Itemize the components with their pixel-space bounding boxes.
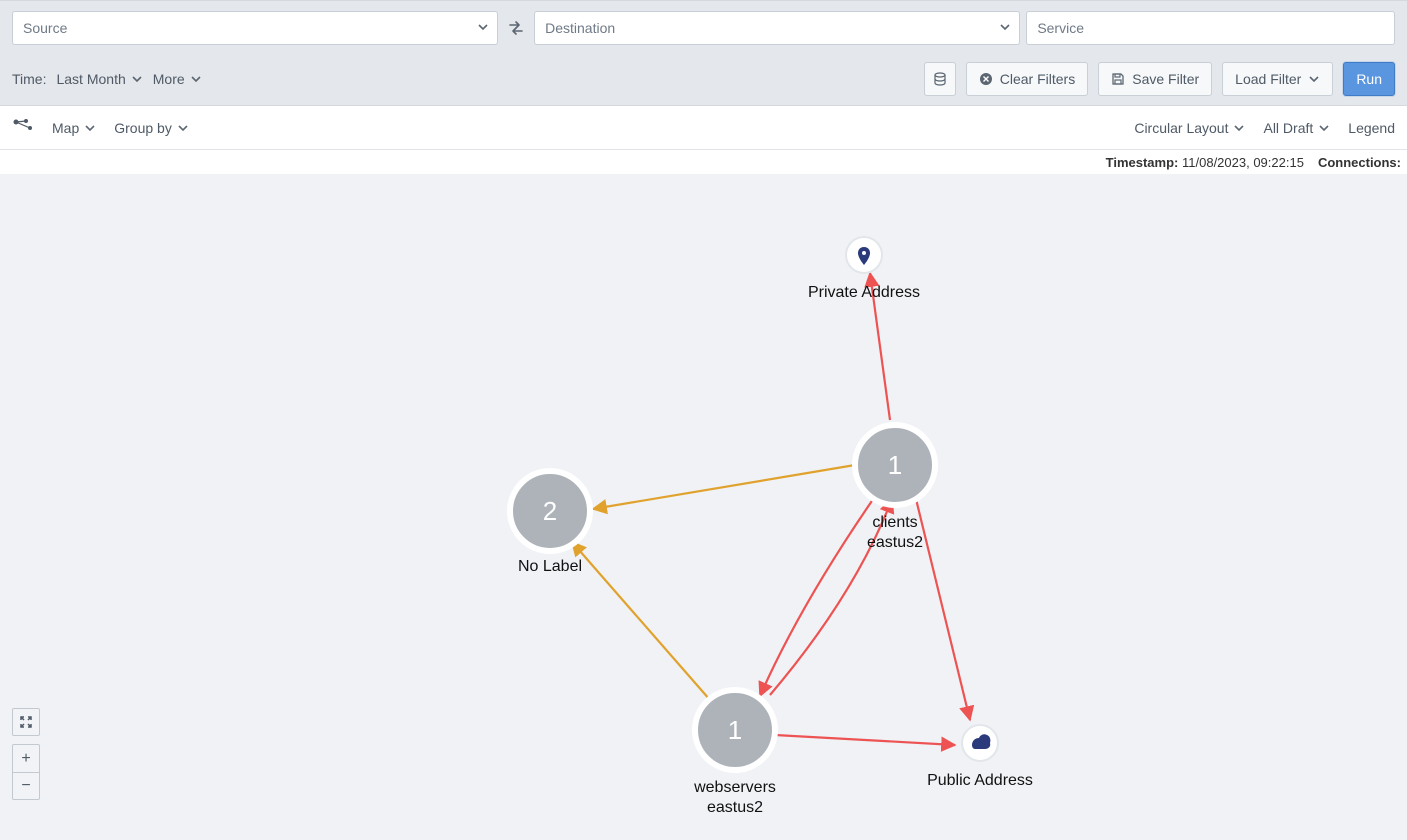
graph-icon — [12, 117, 34, 138]
svg-text:1: 1 — [728, 715, 742, 745]
edge-clients-nolabel[interactable] — [593, 465, 855, 509]
groupby-dropdown[interactable]: Group by — [114, 120, 189, 136]
legend-link[interactable]: Legend — [1348, 120, 1395, 136]
plus-icon: + — [21, 750, 30, 768]
save-icon — [1111, 72, 1125, 86]
time-label: Time: — [12, 71, 46, 87]
destination-select[interactable]: Destination — [534, 11, 1020, 45]
edge-webservers-nolabel[interactable] — [572, 542, 710, 700]
svg-text:No Label: No Label — [518, 558, 582, 575]
svg-text:eastus2: eastus2 — [867, 534, 923, 551]
view-bar: Map Group by Circular Layout All Draft L… — [0, 106, 1407, 150]
chevron-down-icon — [177, 122, 189, 134]
edge-clients-public[interactable] — [915, 495, 970, 720]
swap-button[interactable] — [504, 16, 528, 40]
chevron-down-icon — [1308, 73, 1320, 85]
chevron-down-icon — [1233, 122, 1245, 134]
more-dropdown[interactable]: More — [153, 71, 202, 87]
save-filter-button[interactable]: Save Filter — [1098, 62, 1212, 96]
node-public-address[interactable]: Public Address — [927, 725, 1033, 789]
svg-text:1: 1 — [888, 450, 902, 480]
chevron-down-icon — [999, 20, 1011, 36]
status-strip: Timestamp: 11/08/2023, 09:22:15 Connecti… — [0, 150, 1407, 174]
edge-webservers-public[interactable] — [775, 735, 955, 745]
timestamp-value: 11/08/2023, 09:22:15 — [1182, 155, 1304, 170]
edge-clients-webservers[interactable] — [760, 495, 876, 696]
clear-filters-button[interactable]: Clear Filters — [966, 62, 1088, 96]
zoom-out-button[interactable]: − — [12, 772, 40, 800]
zoom-in-button[interactable]: + — [12, 744, 40, 772]
layout-dropdown[interactable]: Circular Layout — [1134, 120, 1245, 136]
map-controls: + − — [12, 708, 40, 800]
svg-text:Private Address: Private Address — [808, 284, 920, 301]
run-button[interactable]: Run — [1343, 62, 1395, 96]
graph-svg: 2 No Label 1 clients eastus2 1 webserver… — [0, 174, 1407, 840]
chevron-down-icon — [131, 73, 143, 85]
svg-text:eastus2: eastus2 — [707, 799, 763, 816]
chevron-down-icon — [477, 20, 489, 36]
map-dropdown[interactable]: Map — [52, 120, 96, 136]
draft-dropdown[interactable]: All Draft — [1263, 120, 1330, 136]
svg-text:Public Address: Public Address — [927, 772, 1033, 789]
node-nolabel[interactable]: 2 No Label — [510, 471, 590, 575]
service-select[interactable]: Service — [1026, 11, 1395, 45]
svg-text:webservers: webservers — [693, 779, 776, 796]
load-filter-dropdown[interactable]: Load Filter — [1222, 62, 1333, 96]
timestamp-label: Timestamp: — [1106, 155, 1179, 170]
fullscreen-button[interactable] — [12, 708, 40, 736]
source-select[interactable]: Source — [12, 11, 498, 45]
connections-label: Connections: — [1318, 155, 1401, 170]
node-private-address[interactable]: Private Address — [808, 237, 920, 301]
destination-placeholder: Destination — [545, 20, 615, 36]
service-placeholder: Service — [1037, 20, 1084, 36]
filter-bar: Source Destination Service — [0, 0, 1407, 54]
source-placeholder: Source — [23, 20, 67, 36]
svg-text:clients: clients — [872, 514, 917, 531]
chevron-down-icon — [190, 73, 202, 85]
node-webservers[interactable]: 1 webservers eastus2 — [693, 690, 776, 816]
clear-icon — [979, 72, 993, 86]
graph-canvas[interactable]: 2 No Label 1 clients eastus2 1 webserver… — [0, 174, 1407, 840]
fullscreen-icon — [19, 715, 33, 729]
database-button[interactable] — [924, 62, 956, 96]
database-icon — [933, 72, 947, 86]
chevron-down-icon — [1318, 122, 1330, 134]
action-bar: Time: Last Month More Clear Filters Save… — [0, 52, 1407, 106]
swap-icon — [507, 19, 525, 37]
chevron-down-icon — [84, 122, 96, 134]
minus-icon: − — [21, 777, 30, 795]
svg-text:2: 2 — [543, 496, 557, 526]
time-value[interactable]: Last Month — [56, 71, 142, 87]
